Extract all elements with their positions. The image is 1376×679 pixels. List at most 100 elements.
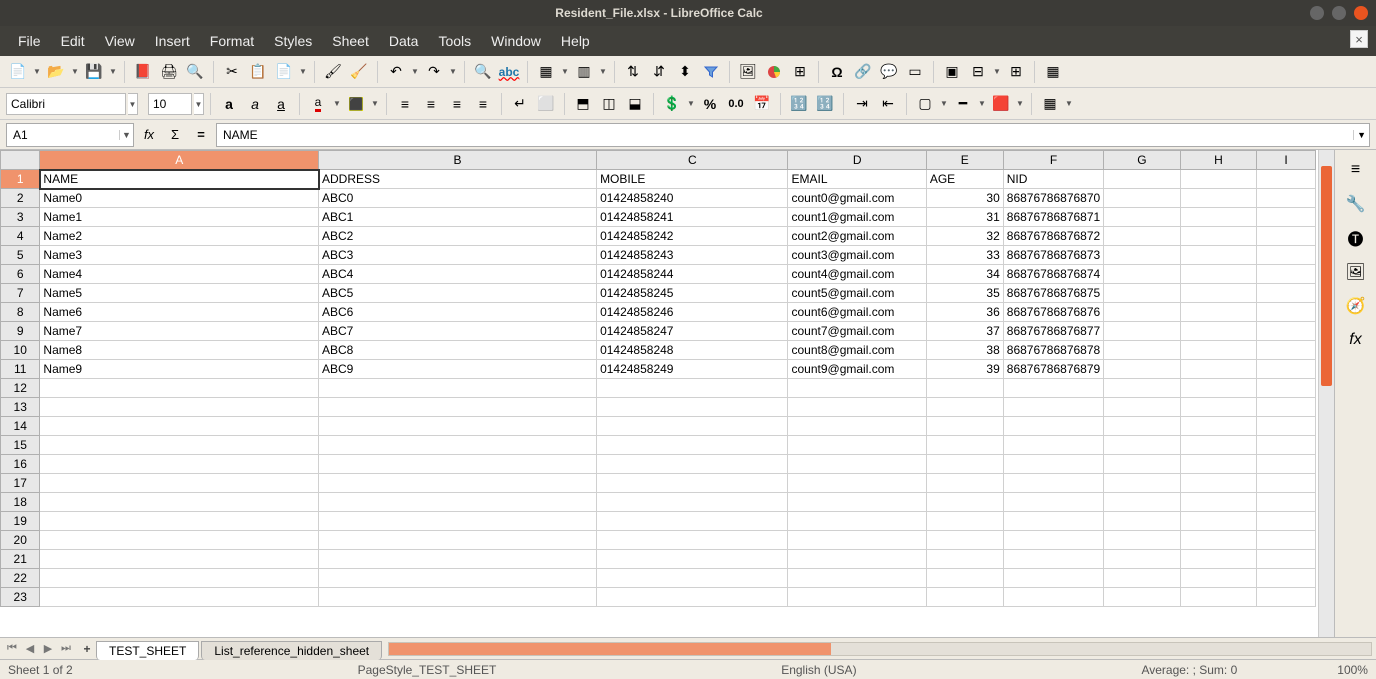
sort-asc-icon[interactable]: ⇅ (621, 60, 645, 84)
date-icon[interactable]: 📅 (750, 92, 774, 116)
pdf-export-icon[interactable]: 📕 (131, 60, 155, 84)
define-range-icon[interactable]: ▣ (940, 60, 964, 84)
menu-sheet[interactable]: Sheet (322, 29, 379, 53)
cell-F6[interactable]: 86876786876874 (1003, 265, 1103, 284)
cell-G12[interactable] (1104, 379, 1180, 398)
highlight-dropdown[interactable]: ▼ (370, 99, 380, 108)
font-name-dropdown[interactable]: ▼ (128, 93, 138, 115)
cell-H4[interactable] (1180, 227, 1256, 246)
cell-F12[interactable] (1003, 379, 1103, 398)
horiz-scroll-top[interactable] (388, 642, 1372, 656)
row-header-9[interactable]: 9 (1, 322, 40, 341)
cell-C8[interactable]: 01424858246 (597, 303, 788, 322)
cell-G4[interactable] (1104, 227, 1180, 246)
col-header-C[interactable]: C (597, 151, 788, 170)
cell-B5[interactable]: ABC3 (319, 246, 597, 265)
tab-first-icon[interactable]: ⏮ (4, 642, 20, 655)
cell-C9[interactable]: 01424858247 (597, 322, 788, 341)
cell-F15[interactable] (1003, 436, 1103, 455)
cell-C6[interactable]: 01424858244 (597, 265, 788, 284)
cell-C15[interactable] (597, 436, 788, 455)
status-zoom[interactable]: 100% (1337, 663, 1368, 677)
cell-E21[interactable] (926, 550, 1003, 569)
navigator-icon[interactable]: 🧭 (1344, 294, 1368, 318)
row-dropdown[interactable]: ▼ (560, 67, 570, 76)
save-icon[interactable]: 💾 (82, 60, 106, 84)
increase-indent-icon[interactable]: ⇥ (850, 92, 874, 116)
split-window-icon[interactable]: ⊞ (1004, 60, 1028, 84)
cell-D14[interactable] (788, 417, 926, 436)
cell-A22[interactable] (40, 569, 319, 588)
row-header-21[interactable]: 21 (1, 550, 40, 569)
cell-E18[interactable] (926, 493, 1003, 512)
cell-I21[interactable] (1257, 550, 1316, 569)
cell-H15[interactable] (1180, 436, 1256, 455)
cell-A11[interactable]: Name9 (40, 360, 319, 379)
menu-window[interactable]: Window (481, 29, 551, 53)
cell-C13[interactable] (597, 398, 788, 417)
cell-A15[interactable] (40, 436, 319, 455)
cell-H3[interactable] (1180, 208, 1256, 227)
cell-D6[interactable]: count4@gmail.com (788, 265, 926, 284)
cell-C21[interactable] (597, 550, 788, 569)
cell-G19[interactable] (1104, 512, 1180, 531)
cell-H7[interactable] (1180, 284, 1256, 303)
tab-next-icon[interactable]: ▶ (40, 642, 56, 655)
cell-A4[interactable]: Name2 (40, 227, 319, 246)
cell-G9[interactable] (1104, 322, 1180, 341)
pivot-icon[interactable]: ⊞ (788, 60, 812, 84)
styles-icon[interactable]: 🅣 (1344, 226, 1368, 250)
cell-F22[interactable] (1003, 569, 1103, 588)
cell-H8[interactable] (1180, 303, 1256, 322)
currency-dropdown[interactable]: ▼ (686, 99, 696, 108)
cell-I22[interactable] (1257, 569, 1316, 588)
undo-dropdown[interactable]: ▼ (410, 67, 420, 76)
cell-B7[interactable]: ABC5 (319, 284, 597, 303)
cell-D22[interactable] (788, 569, 926, 588)
new-icon[interactable]: 📄 (6, 60, 30, 84)
sum-icon[interactable]: Σ (164, 124, 186, 146)
cell-I3[interactable] (1257, 208, 1316, 227)
cell-I14[interactable] (1257, 417, 1316, 436)
cell-B2[interactable]: ABC0 (319, 189, 597, 208)
cell-G20[interactable] (1104, 531, 1180, 550)
redo-dropdown[interactable]: ▼ (448, 67, 458, 76)
cell-F13[interactable] (1003, 398, 1103, 417)
column-icon[interactable]: ▥ (572, 60, 596, 84)
row-header-2[interactable]: 2 (1, 189, 40, 208)
paste-icon[interactable]: 📄 (272, 60, 296, 84)
cell-D23[interactable] (788, 588, 926, 607)
print-preview-icon[interactable]: 🔍 (183, 60, 207, 84)
cell-B15[interactable] (319, 436, 597, 455)
cell-E9[interactable]: 37 (926, 322, 1003, 341)
cell-H17[interactable] (1180, 474, 1256, 493)
cell-I9[interactable] (1257, 322, 1316, 341)
cell-E22[interactable] (926, 569, 1003, 588)
row-header-4[interactable]: 4 (1, 227, 40, 246)
row-header-20[interactable]: 20 (1, 531, 40, 550)
cell-A21[interactable] (40, 550, 319, 569)
wrap-text-icon[interactable]: ↵ (508, 92, 532, 116)
cell-I6[interactable] (1257, 265, 1316, 284)
row-header-19[interactable]: 19 (1, 512, 40, 531)
filter-icon[interactable] (699, 60, 723, 84)
functions-icon[interactable]: fx (1344, 328, 1368, 352)
decrease-indent-icon[interactable]: ⇤ (876, 92, 900, 116)
freeze-dropdown[interactable]: ▼ (992, 67, 1002, 76)
cell-F8[interactable]: 86876786876876 (1003, 303, 1103, 322)
cell-A12[interactable] (40, 379, 319, 398)
cell-H6[interactable] (1180, 265, 1256, 284)
cell-B23[interactable] (319, 588, 597, 607)
status-lang[interactable]: English (USA) (781, 663, 856, 677)
formula-expand[interactable]: ▼ (1353, 130, 1369, 140)
show-draw-icon[interactable]: ▦ (1041, 60, 1065, 84)
add-decimal-icon[interactable]: 🔢 (787, 92, 811, 116)
underline-icon[interactable]: a (269, 92, 293, 116)
cell-H18[interactable] (1180, 493, 1256, 512)
cell-A7[interactable]: Name5 (40, 284, 319, 303)
cell-C12[interactable] (597, 379, 788, 398)
maximize-button[interactable] (1332, 6, 1346, 20)
row-header-5[interactable]: 5 (1, 246, 40, 265)
cell-B3[interactable]: ABC1 (319, 208, 597, 227)
cell-D10[interactable]: count8@gmail.com (788, 341, 926, 360)
